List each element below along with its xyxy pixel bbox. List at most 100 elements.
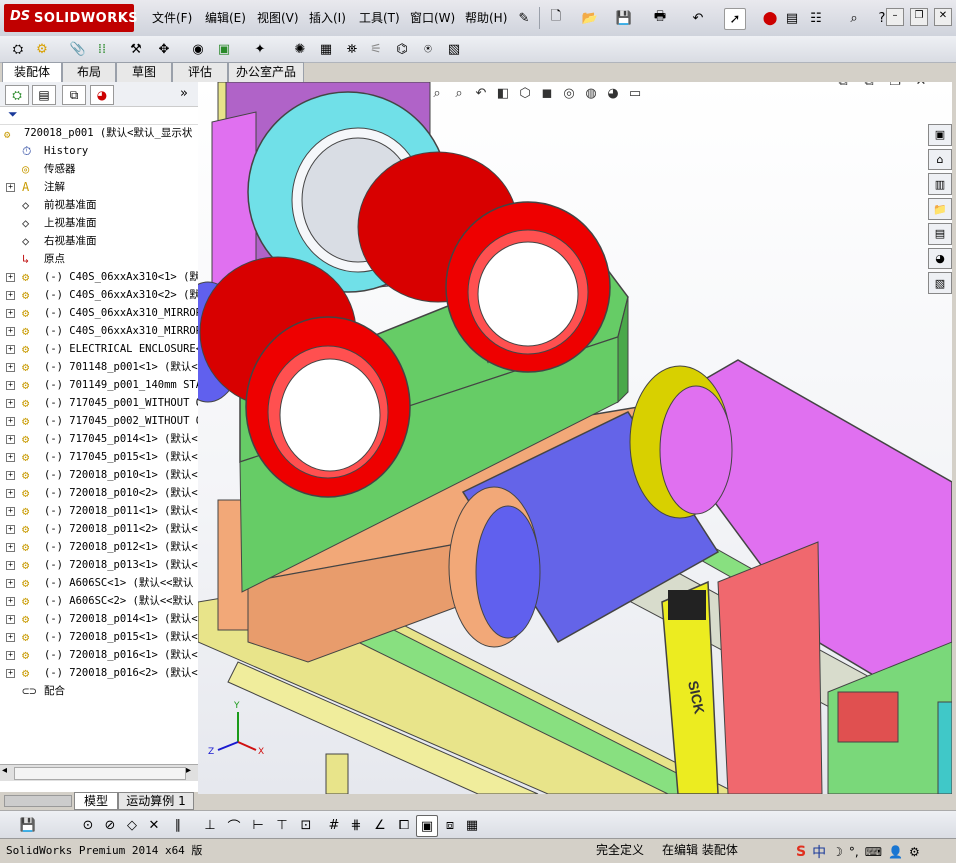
menu-window[interactable]: 窗口(W) bbox=[410, 9, 455, 27]
linear-pattern-icon[interactable]: ⁞⁞ bbox=[92, 39, 112, 59]
rebuild-traffic-light-icon[interactable]: ⬤ bbox=[760, 8, 780, 28]
tree-item[interactable]: + ⚙ (-) ELECTRICAL ENCLOSURE< bbox=[0, 340, 198, 358]
feature-manager-tab-icon[interactable]: ⛭ bbox=[5, 85, 29, 105]
select-pointer-icon[interactable]: ➚ bbox=[724, 8, 746, 30]
display-style-icon[interactable]: ◼ bbox=[538, 84, 556, 102]
property-manager-tab-icon[interactable]: ▤ bbox=[32, 85, 56, 105]
tree-item[interactable]: ↳ 原点 bbox=[0, 250, 198, 268]
scroll-right-icon[interactable]: ▸ bbox=[186, 765, 191, 776]
tree-item[interactable]: + ⚙ (-) 717045_p015<1> (默认<< bbox=[0, 448, 198, 466]
tree-item[interactable]: + ⚙ (-) 717045_p014<1> (默认<< bbox=[0, 430, 198, 448]
tab-assembly[interactable]: 装配体 bbox=[2, 62, 62, 83]
tree-item[interactable]: + ⚙ (-) C40S_06xxAx310<1> (默认< bbox=[0, 268, 198, 286]
tree-item[interactable]: + ⚙ (-) 720018_p016<1> (默认<< bbox=[0, 646, 198, 664]
tree-item[interactable]: + ⚙ (-) A606SC<1> (默认<<默认 bbox=[0, 574, 198, 592]
coincident-icon[interactable]: ⊡ bbox=[296, 815, 316, 835]
section-view-icon[interactable]: ◧ bbox=[494, 84, 512, 102]
move-component-icon[interactable]: ✥ bbox=[154, 39, 174, 59]
grid-icon[interactable]: # bbox=[324, 815, 344, 835]
expand-icon[interactable]: + bbox=[6, 345, 15, 354]
view-orientation-icon[interactable]: ⬡ bbox=[516, 84, 534, 102]
tree-item[interactable]: + ⚙ (-) 720018_p013<1> (默认<< bbox=[0, 556, 198, 574]
viewport-close-icon[interactable]: ✕ bbox=[912, 82, 930, 90]
expand-icon[interactable]: + bbox=[6, 597, 15, 606]
graphics-area[interactable]: SICK Y X Z ⌕ ⌕ ↶ ◧ ⬡ ◼ ◎ ◍ ◕ ▭ ⧉ ⧉ bbox=[198, 82, 952, 794]
save-icon[interactable]: 💾 bbox=[18, 815, 38, 835]
tab-scroll-controls[interactable] bbox=[4, 795, 72, 807]
snap-grid-icon[interactable]: ⋕ bbox=[346, 815, 366, 835]
instant3d-icon[interactable]: ⍟ bbox=[418, 39, 438, 59]
parallel-icon[interactable]: ∥ bbox=[168, 815, 188, 835]
tree-item[interactable]: ⏱ History bbox=[0, 142, 198, 160]
menu-file[interactable]: 文件(F) bbox=[152, 9, 192, 27]
expand-icon[interactable]: + bbox=[6, 543, 15, 552]
bill-of-materials-icon[interactable]: ▦ bbox=[316, 39, 336, 59]
expand-icon[interactable]: + bbox=[6, 471, 15, 480]
zoom-to-fit-icon[interactable]: ⌕ bbox=[428, 84, 446, 102]
expand-icon[interactable]: + bbox=[6, 363, 15, 372]
close-icon[interactable]: ✕ bbox=[934, 8, 952, 26]
tree-item[interactable]: + A 注解 bbox=[0, 178, 198, 196]
expand-icon[interactable]: + bbox=[6, 615, 15, 624]
expand-icon[interactable]: + bbox=[6, 273, 15, 282]
expand-icon[interactable]: + bbox=[6, 489, 15, 498]
tree-item[interactable]: ◇ 上视基准面 bbox=[0, 214, 198, 232]
scroll-thumb[interactable] bbox=[14, 767, 186, 780]
intersection-icon[interactable]: ✕ bbox=[144, 815, 164, 835]
expand-icon[interactable]: + bbox=[6, 309, 15, 318]
tab-evaluate[interactable]: 评估 bbox=[172, 62, 228, 82]
show-hidden-icon[interactable]: ◉ bbox=[188, 39, 208, 59]
expand-icon[interactable]: + bbox=[6, 507, 15, 516]
tile-horizontal-icon[interactable]: ⧉ bbox=[834, 82, 852, 90]
mate-icon[interactable]: 📎 bbox=[68, 39, 88, 59]
minimize-icon[interactable]: – bbox=[886, 8, 904, 26]
point-icon[interactable]: ⊙ bbox=[78, 815, 98, 835]
expand-icon[interactable]: + bbox=[6, 525, 15, 534]
zoom-to-area-icon[interactable]: ⌕ bbox=[450, 84, 468, 102]
tree-item[interactable]: + ⚙ (-) 720018_p016<2> (默认<< bbox=[0, 664, 198, 682]
moon-icon[interactable]: ☽ bbox=[832, 845, 843, 859]
tree-item[interactable]: + ⚙ (-) 720018_p010<1> (默认<< bbox=[0, 466, 198, 484]
tab-sketch[interactable]: 草图 bbox=[116, 62, 172, 82]
design-library-icon[interactable]: ▥ bbox=[928, 173, 952, 196]
expand-panel-icon[interactable]: » bbox=[180, 86, 188, 101]
tree-item[interactable]: + ⚙ (-) 720018_p011<2> (默认<< bbox=[0, 520, 198, 538]
exploded-view-icon[interactable]: ⛯ bbox=[342, 39, 362, 59]
tab-motion-study[interactable]: 运动算例 1 bbox=[118, 792, 194, 810]
horizontal-icon[interactable]: ⊢ bbox=[248, 815, 268, 835]
angle-icon[interactable]: ∠ bbox=[370, 815, 390, 835]
search-icon[interactable]: ⌕ bbox=[844, 8, 864, 28]
menu-tools[interactable]: 工具(T) bbox=[359, 9, 400, 27]
tab-layout[interactable]: 布局 bbox=[62, 62, 116, 82]
tree-item[interactable]: + ⚙ (-) 720018_p012<1> (默认<< bbox=[0, 538, 198, 556]
perpendicular-icon[interactable]: ⊥ bbox=[200, 815, 220, 835]
tree-item[interactable]: + ⚙ (-) C40S_06xxAx310_MIRROR< bbox=[0, 304, 198, 322]
tree-item[interactable]: + ⚙ (-) 717045_p002_WITHOUT OI bbox=[0, 412, 198, 430]
menu-view[interactable]: 视图(V) bbox=[257, 9, 299, 27]
viewport-restore-icon[interactable]: ❐ bbox=[886, 82, 904, 90]
expand-icon[interactable]: + bbox=[6, 669, 15, 678]
tree-item[interactable]: + ⚙ (-) C40S_06xxAx310<2> (默认< bbox=[0, 286, 198, 304]
file-explorer-icon[interactable]: 📁 bbox=[928, 198, 952, 220]
insert-component-icon[interactable]: ⚙ bbox=[32, 39, 52, 59]
tree-item[interactable]: ◎ 传感器 bbox=[0, 160, 198, 178]
edit-appearance-icon[interactable]: ◍ bbox=[582, 84, 600, 102]
tree-item[interactable]: ◇ 右视基准面 bbox=[0, 232, 198, 250]
tab-office-products[interactable]: 办公室产品 bbox=[228, 62, 304, 82]
table-icon[interactable]: ▦ bbox=[462, 815, 482, 835]
file-properties-icon[interactable]: ▤ bbox=[782, 8, 802, 28]
options-icon[interactable]: ☷ bbox=[806, 8, 826, 28]
reference-geometry-icon[interactable]: ✦ bbox=[250, 39, 270, 59]
expand-icon[interactable]: + bbox=[6, 381, 15, 390]
tree-item[interactable]: ⊂⊃ 配合 bbox=[0, 682, 198, 700]
solidworks-resources-icon[interactable]: ▣ bbox=[928, 124, 952, 146]
tangent-icon[interactable]: ⌒ bbox=[224, 815, 244, 835]
edit-component-icon[interactable]: ⛭ bbox=[8, 39, 28, 59]
expand-icon[interactable]: + bbox=[6, 417, 15, 426]
keyboard-icon[interactable]: ⌨ bbox=[865, 845, 882, 859]
new-motion-study-icon[interactable]: ✺ bbox=[290, 39, 310, 59]
tree-item[interactable]: ◇ 前视基准面 bbox=[0, 196, 198, 214]
expand-icon[interactable]: + bbox=[6, 183, 15, 192]
menu-help[interactable]: 帮助(H) bbox=[465, 9, 507, 27]
expand-icon[interactable]: + bbox=[6, 327, 15, 336]
